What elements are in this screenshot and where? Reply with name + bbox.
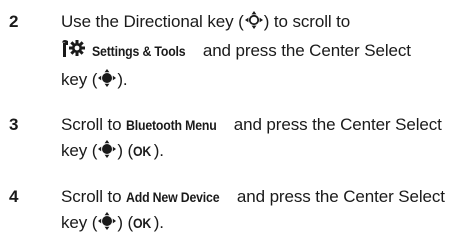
step-text-segment: ) ( [117, 141, 134, 160]
step-number: 2 [9, 12, 19, 31]
step-text-segment: Scroll to [61, 187, 127, 206]
step-number: 3 [9, 115, 19, 134]
menu-label-bluetooth-menu: Bluetooth Menu [126, 117, 217, 133]
step-text-segment: key ( [61, 213, 98, 232]
directional-key-icon [244, 10, 264, 38]
step-text-segment: ). [117, 70, 128, 89]
step-text-segment: and press the Center Select [229, 115, 442, 134]
step-text-segment: key ( [61, 141, 98, 160]
step-text-segment: key ( [61, 70, 98, 89]
step-number: 4 [9, 187, 19, 206]
ok-label: OK [133, 215, 152, 231]
step-instruction: Scroll to Add New Device and press the C… [61, 184, 461, 239]
step-text-segment: ). [153, 141, 164, 160]
step-text-segment: ) ( [117, 213, 134, 232]
step-instruction: Scroll to Bluetooth Menu and press the C… [61, 112, 461, 167]
step-text-segment: Use the Directional key ( [61, 12, 244, 31]
settings-tools-icon [61, 39, 87, 67]
center-select-key-icon [97, 139, 117, 167]
step-text-segment: Scroll to [61, 115, 127, 134]
menu-label-settings-tools: Settings & Tools [92, 43, 186, 59]
step-text-segment: and press the Center Select [232, 187, 445, 206]
center-select-key-icon [97, 68, 117, 96]
ok-label: OK [133, 143, 152, 159]
center-select-key-icon [97, 211, 117, 239]
menu-label-add-new-device: Add New Device [126, 189, 220, 205]
step-text-segment: ) to scroll to [263, 12, 351, 31]
step-instruction: Use the Directional key ( ) to scroll to… [61, 9, 461, 96]
step-text-segment: and press the Center Select [198, 41, 411, 60]
step-text-segment: ). [153, 213, 164, 232]
